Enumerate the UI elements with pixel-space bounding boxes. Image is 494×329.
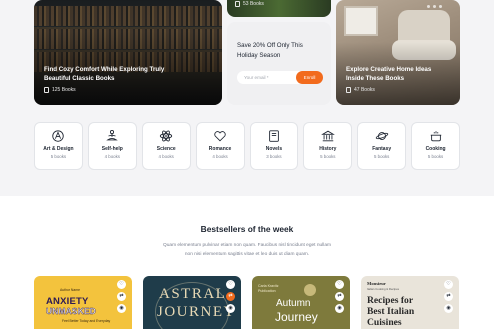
- book-card[interactable]: Author Name ANXIETY UNMASKED Feel Better…: [34, 276, 132, 329]
- quick-view-eye-icon[interactable]: ◉: [226, 304, 235, 313]
- category-count: 5 books: [50, 154, 67, 159]
- plants-promo-card[interactable]: 53 Books: [227, 0, 331, 17]
- book-card[interactable]: Monsieur Italian Cooking & Recipes Recip…: [361, 276, 459, 329]
- book-cover-author: Author Name: [60, 288, 80, 292]
- compare-icon[interactable]: ⇄: [226, 292, 235, 301]
- category-history[interactable]: History 5 books: [303, 122, 353, 170]
- email-form: Enroll: [237, 71, 323, 84]
- library-card-meta: 125 Books: [44, 87, 76, 93]
- wishlist-heart-icon[interactable]: ♡: [444, 280, 453, 289]
- category-name: Art & Design: [43, 146, 74, 152]
- category-cooking[interactable]: Cooking 5 books: [411, 122, 460, 170]
- book-actions: ♡ ⇄ ◉: [335, 280, 344, 313]
- category-art-design[interactable]: Art & Design 5 books: [34, 122, 83, 170]
- book-actions: ♡ ⇄ ◉: [226, 280, 235, 313]
- section-description: Quam elementum pulvinar etiam non quam. …: [163, 243, 331, 257]
- category-romance[interactable]: Romance 4 books: [195, 122, 245, 170]
- quick-view-eye-icon[interactable]: ◉: [117, 304, 126, 313]
- category-name: Cooking: [425, 146, 446, 152]
- book-actions: ♡ ⇄ ◉: [117, 280, 126, 313]
- book-cover-title: ASTRAL: [159, 286, 227, 302]
- compare-icon[interactable]: ⇄: [444, 292, 453, 301]
- wishlist-heart-icon[interactable]: ♡: [117, 280, 126, 289]
- book-icon: [44, 87, 49, 93]
- home-ideas-promo-card[interactable]: Explore Creative Home Ideas Inside These…: [336, 0, 460, 105]
- quick-view-eye-icon[interactable]: ◉: [444, 304, 453, 313]
- bestsellers-section: Bestsellers of the week Quam elementum p…: [0, 196, 494, 329]
- room-card-title: Explore Creative Home Ideas Inside These…: [346, 66, 432, 82]
- book-icon: [235, 1, 240, 7]
- category-name: Fantasy: [372, 146, 392, 152]
- category-self-help[interactable]: Self-help 4 books: [87, 122, 137, 170]
- category-fantasy[interactable]: Fantasy 5 books: [357, 122, 407, 170]
- category-name: Romance: [208, 146, 232, 152]
- category-count: 4 books: [104, 154, 120, 159]
- library-card-count: 125 Books: [52, 87, 76, 93]
- promo-title: Save 20% Off Only This Holiday Season: [237, 42, 303, 59]
- holiday-promo-card: Save 20% Off Only This Holiday Season En…: [227, 22, 331, 105]
- category-count: 3 books: [266, 154, 282, 159]
- category-name: Self-help: [101, 146, 123, 152]
- category-count: 4 books: [212, 154, 228, 159]
- book-cover-subtitle: Feel Better Today and Everyday: [62, 319, 111, 323]
- book-cover-title: JOURNEY: [157, 304, 236, 320]
- book-cover-title: Recipes for Best Italian Cuisines: [367, 295, 415, 328]
- cooking-pot-icon: [430, 131, 441, 142]
- library-card-title: Find Cozy Comfort While Exploring Truly …: [44, 66, 165, 82]
- book-cover-title: Journey: [275, 310, 318, 324]
- book-actions: ♡ ⇄ ◉: [444, 280, 453, 313]
- atom-icon: [160, 130, 173, 142]
- book-cover-brand: Monsieur: [367, 281, 386, 286]
- wishlist-heart-icon[interactable]: ♡: [335, 280, 344, 289]
- quick-view-eye-icon[interactable]: ◉: [335, 304, 344, 313]
- hero-section: Find Cozy Comfort While Exploring Truly …: [0, 0, 494, 112]
- compare-icon[interactable]: ⇄: [117, 292, 126, 301]
- category-novels[interactable]: Novels 3 books: [249, 122, 299, 170]
- book-card[interactable]: Carla Kravitz Publication Autumn Journey…: [252, 276, 350, 329]
- category-count: 5 books: [320, 154, 336, 159]
- category-list: Art & Design 5 books Self-help 4 books S…: [34, 122, 460, 170]
- book-card[interactable]: ASTRAL JOURNEY ♡ ⇄ ◉: [143, 276, 241, 329]
- plants-card-meta: 53 Books: [235, 1, 264, 7]
- section-title: Bestsellers of the week: [200, 224, 294, 234]
- enroll-button[interactable]: Enroll: [296, 71, 323, 84]
- room-card-count: 47 Books: [354, 87, 375, 93]
- compare-icon[interactable]: ⇄: [335, 292, 344, 301]
- landmark-icon: [320, 130, 335, 142]
- category-name: Novels: [265, 146, 283, 152]
- cover-sun-decor: [304, 284, 316, 296]
- plants-card-count: 53 Books: [243, 1, 264, 7]
- room-card-meta: 47 Books: [346, 87, 375, 93]
- heart-icon: [214, 131, 226, 142]
- category-science[interactable]: Science 4 books: [141, 122, 191, 170]
- wishlist-heart-icon[interactable]: ♡: [226, 280, 235, 289]
- book-icon: [346, 87, 351, 93]
- book-cover-subtitle: Italian Cooking & Recipes: [367, 287, 400, 291]
- planet-icon: [375, 132, 388, 140]
- book-cover-title: UNMASKED: [46, 306, 96, 316]
- book-cover-title: Autumn: [276, 298, 311, 309]
- email-input[interactable]: [244, 73, 292, 82]
- category-name: Science: [156, 146, 176, 152]
- category-count: 4 books: [158, 154, 174, 159]
- category-count: 5 books: [373, 154, 390, 159]
- book-icon: [269, 130, 279, 142]
- category-name: History: [319, 146, 337, 152]
- book-cover-publisher: Carla Kravitz Publication: [258, 284, 279, 293]
- category-count: 5 books: [427, 154, 444, 159]
- palette-icon: [52, 130, 65, 142]
- meditation-icon: [106, 130, 119, 141]
- library-promo-card[interactable]: Find Cozy Comfort While Exploring Truly …: [34, 0, 222, 105]
